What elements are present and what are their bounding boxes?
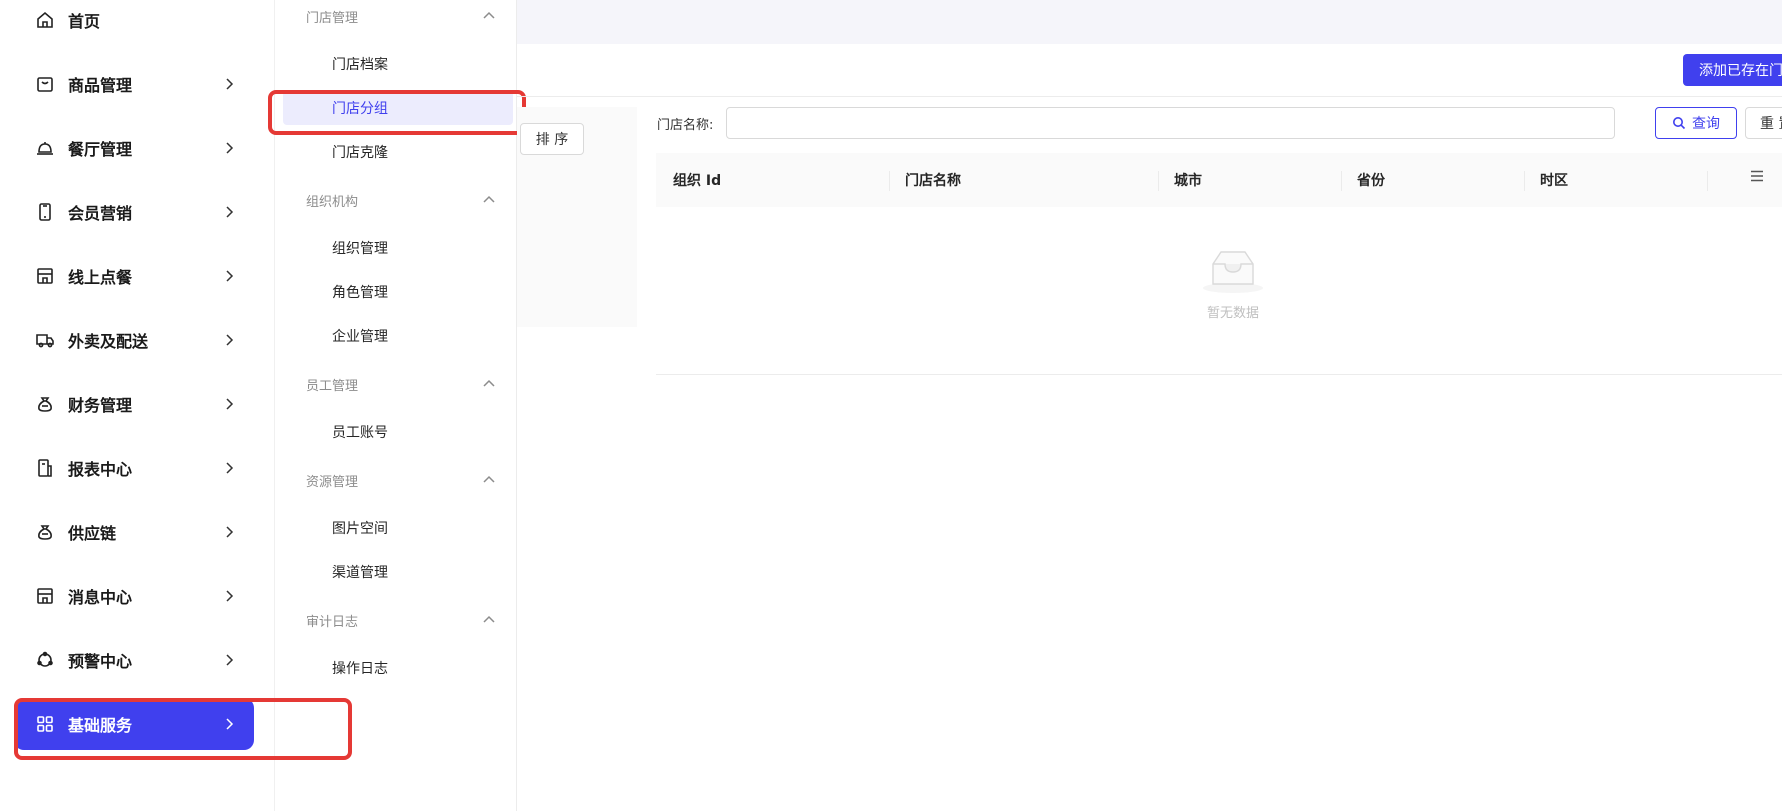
sidebar-item-finance[interactable]: 财务管理 xyxy=(14,378,254,430)
column-header-city[interactable]: 城市 xyxy=(1174,153,1202,207)
divider xyxy=(517,96,1782,97)
submenu-item-store-clone[interactable]: 门店克隆 xyxy=(283,135,513,169)
empty-state-text: 暂无数据 xyxy=(1206,306,1259,321)
sidebar-item-label: 商品管理 xyxy=(68,76,133,95)
chevron-right-icon xyxy=(224,270,234,282)
alert-icon xyxy=(34,649,56,671)
column-header-store-name[interactable]: 门店名称 xyxy=(905,153,961,207)
submenu-group-title: 门店管理 xyxy=(306,11,359,26)
column-settings-icon[interactable] xyxy=(1750,170,1764,182)
column-divider xyxy=(1707,171,1708,191)
column-header-org-id[interactable]: 组织 Id xyxy=(673,153,721,207)
table-bottom-border xyxy=(656,374,1782,375)
sidebar-item-label: 供应链 xyxy=(68,524,117,543)
submenu-panel: 门店管理 门店档案 门店分组 门店克隆 组织机构 组织管理 角色管理 企业管理 … xyxy=(274,0,517,811)
sidebar-item-home[interactable]: 首页 xyxy=(14,0,254,46)
table-header: 组织 Id 门店名称 城市 省份 时区 xyxy=(656,153,1782,207)
submenu-group-title: 组织机构 xyxy=(306,195,359,210)
report-icon xyxy=(34,457,56,479)
submenu-item-store-archive[interactable]: 门店档案 xyxy=(283,47,513,81)
sidebar-item-label: 会员营销 xyxy=(68,204,133,223)
empty-state: 暂无数据 xyxy=(1170,250,1296,321)
phone-icon xyxy=(34,201,56,223)
grid-icon xyxy=(34,713,56,735)
sidebar-item-supply-chain[interactable]: 供应链 xyxy=(14,506,254,558)
sidebar-item-label: 线上点餐 xyxy=(68,268,133,287)
chevron-up-icon[interactable] xyxy=(483,379,495,387)
submenu-item-staff-account[interactable]: 员工账号 xyxy=(283,415,513,449)
sidebar-item-reports[interactable]: 报表中心 xyxy=(14,442,254,494)
sidebar-item-label: 餐厅管理 xyxy=(68,140,133,159)
column-divider xyxy=(1158,171,1159,191)
chevron-right-icon xyxy=(224,334,234,346)
money-bag-icon xyxy=(34,393,56,415)
chevron-right-icon xyxy=(224,142,234,154)
submenu-group-title: 员工管理 xyxy=(306,379,359,394)
message-icon xyxy=(34,585,56,607)
chevron-right-icon xyxy=(224,526,234,538)
chevron-up-icon[interactable] xyxy=(483,11,495,19)
add-existing-store-button[interactable]: 添加已存在门 xyxy=(1683,54,1782,86)
submenu-group-title: 审计日志 xyxy=(306,615,359,630)
column-divider xyxy=(1524,171,1525,191)
submenu-item-image-space[interactable]: 图片空间 xyxy=(283,511,513,545)
sidebar-item-basic-services[interactable]: 基础服务 xyxy=(14,698,254,750)
primary-sidebar: 首页 商品管理 餐厅管理 会员营销 线上点餐 外卖及配送 财务管理 报表中心 供… xyxy=(0,0,274,811)
empty-inbox-icon xyxy=(1201,250,1265,298)
sidebar-item-label: 预警中心 xyxy=(68,652,133,671)
submenu-item-operation-log[interactable]: 操作日志 xyxy=(283,651,513,685)
sidebar-item-label: 消息中心 xyxy=(68,588,133,607)
column-divider xyxy=(889,171,890,191)
submenu-item-channel-management[interactable]: 渠道管理 xyxy=(283,555,513,589)
store-name-input[interactable] xyxy=(726,107,1615,139)
chevron-up-icon[interactable] xyxy=(483,615,495,623)
top-bar xyxy=(517,0,1782,44)
chevron-up-icon[interactable] xyxy=(483,195,495,203)
store-name-label: 门店名称: xyxy=(657,118,714,133)
bag-icon xyxy=(34,73,56,95)
store-icon xyxy=(34,265,56,287)
home-icon xyxy=(34,9,56,31)
column-header-province[interactable]: 省份 xyxy=(1357,153,1385,207)
chevron-right-icon xyxy=(224,206,234,218)
sidebar-item-alerts[interactable]: 预警中心 xyxy=(14,634,254,686)
sidebar-item-restaurant[interactable]: 餐厅管理 xyxy=(14,122,254,174)
column-header-timezone[interactable]: 时区 xyxy=(1540,153,1568,207)
truck-icon xyxy=(34,329,56,351)
sidebar-item-delivery[interactable]: 外卖及配送 xyxy=(14,314,254,366)
chevron-right-icon xyxy=(224,398,234,410)
sidebar-item-label: 外卖及配送 xyxy=(68,332,149,351)
supply-icon xyxy=(34,521,56,543)
sidebar-item-products[interactable]: 商品管理 xyxy=(14,58,254,110)
submenu-group-title: 资源管理 xyxy=(306,475,359,490)
chevron-up-icon[interactable] xyxy=(483,475,495,483)
chevron-right-icon xyxy=(224,78,234,90)
sidebar-item-online-order[interactable]: 线上点餐 xyxy=(14,250,254,302)
app-root: 首页 商品管理 餐厅管理 会员营销 线上点餐 外卖及配送 财务管理 报表中心 供… xyxy=(0,0,1782,811)
chevron-right-icon xyxy=(224,462,234,474)
submenu-item-store-group[interactable]: 门店分组 xyxy=(283,91,513,125)
query-button-label: 查询 xyxy=(1692,116,1720,132)
bell-icon xyxy=(34,137,56,159)
sidebar-item-label: 财务管理 xyxy=(68,396,133,415)
chevron-right-icon xyxy=(224,718,234,730)
sidebar-item-label: 基础服务 xyxy=(68,716,133,735)
search-icon xyxy=(1672,116,1686,130)
sort-button[interactable]: 排 序 xyxy=(520,123,584,155)
submenu-item-role-management[interactable]: 角色管理 xyxy=(283,275,513,309)
submenu-item-org-management[interactable]: 组织管理 xyxy=(283,231,513,265)
column-divider xyxy=(1341,171,1342,191)
reset-button[interactable]: 重 置 xyxy=(1745,107,1782,139)
sidebar-item-label: 首页 xyxy=(68,12,101,31)
chevron-right-icon xyxy=(224,654,234,666)
submenu-item-enterprise-management[interactable]: 企业管理 xyxy=(283,319,513,353)
chevron-right-icon xyxy=(224,590,234,602)
sidebar-item-membership[interactable]: 会员营销 xyxy=(14,186,254,238)
query-button[interactable]: 查询 xyxy=(1655,107,1737,139)
sidebar-item-messages[interactable]: 消息中心 xyxy=(14,570,254,622)
sidebar-item-label: 报表中心 xyxy=(68,460,133,479)
